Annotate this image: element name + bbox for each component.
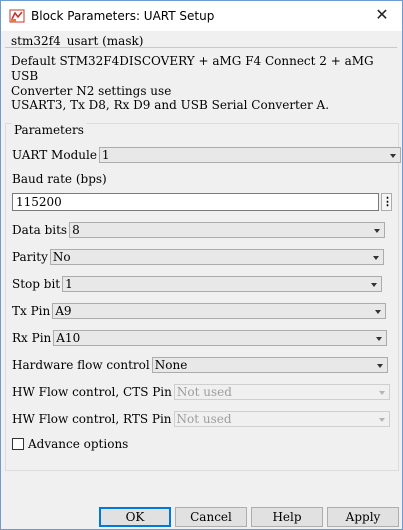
rts-pin-label: HW Flow control, RTS Pin [12,412,172,426]
dialog-window: Block Parameters: UART Setup ✕ stm32f4_u… [0,0,403,530]
cts-pin-select: Not used [173,384,390,400]
stop-bit-row: Stop bit 1 [12,275,383,293]
chevron-down-icon [371,283,378,287]
parity-label: Parity [12,250,48,264]
rx-pin-select[interactable]: A10 [53,330,388,346]
data-bits-value: 8 [72,223,80,237]
hw-flow-value: None [154,358,188,372]
chevron-down-icon [372,256,379,260]
uart-module-label: UART Module [12,148,97,162]
rx-pin-row: Rx Pin A10 [12,329,388,347]
parity-row: Parity No [12,248,384,266]
stop-bit-value: 1 [65,277,73,291]
data-bits-select[interactable]: 8 [69,222,386,238]
data-bits-label: Data bits [12,223,68,237]
baud-rate-value: 115200 [16,195,62,209]
parity-value: No [52,250,71,264]
baud-rate-label-row: Baud rate (bps) [12,170,109,188]
stop-bit-label: Stop bit [12,277,61,291]
rx-pin-value: A10 [56,331,81,345]
hw-flow-select[interactable]: None [151,357,388,373]
rts-pin-row: HW Flow control, RTS Pin Not used [12,410,390,428]
tx-pin-label: Tx Pin [12,304,51,318]
hw-flow-row: Hardware flow control None [12,356,388,374]
uart-module-row: UART Module 1 [12,146,401,164]
close-icon[interactable]: ✕ [374,7,390,23]
ok-button[interactable]: OK [99,507,171,527]
chevron-down-icon [378,391,385,395]
description-text-2: USART3, Tx D8, Rx D9 and USB Serial Conv… [11,98,330,112]
parity-select[interactable]: No [49,249,384,265]
stop-bit-select[interactable]: 1 [62,276,383,292]
help-button[interactable]: Help [251,507,323,527]
rts-pin-select: Not used [173,411,390,427]
advance-options-checkbox[interactable] [12,438,24,450]
rts-pin-value: Not used [176,412,232,426]
description-box: Default STM32F4DISCOVERY + aMG F4 Connec… [5,47,397,118]
mask-title: stm32f4_usart (mask) [11,34,144,48]
chevron-down-icon [389,154,396,158]
hw-flow-label: Hardware flow control [12,358,150,372]
tx-pin-row: Tx Pin A9 [12,302,387,320]
parameters-legend: Parameters [12,123,86,137]
cts-pin-value: Not used [176,385,232,399]
chevron-down-icon [376,337,383,341]
parameters-group: Parameters UART Module 1 Baud rate (bps)… [5,123,401,471]
cts-pin-row: HW Flow control, CTS Pin Not used [12,383,390,401]
uart-module-select[interactable]: 1 [98,147,401,163]
chevron-down-icon [378,418,385,422]
baud-rate-label: Baud rate (bps) [12,172,107,186]
advance-options-label: Advance options [28,437,129,451]
advance-options-row[interactable]: Advance options [12,435,130,453]
apply-button[interactable]: Apply [327,507,399,527]
cts-pin-label: HW Flow control, CTS Pin [12,385,172,399]
chevron-down-icon [375,310,382,314]
description-text: Default STM32F4DISCOVERY + aMG F4 Connec… [11,54,374,98]
simulink-block-icon [9,8,25,24]
title-bar: Block Parameters: UART Setup ✕ [1,1,402,31]
tx-pin-select[interactable]: A9 [52,303,387,319]
chevron-down-icon [376,364,383,368]
window-title: Block Parameters: UART Setup [31,9,215,23]
chevron-down-icon [374,229,381,233]
cancel-button[interactable]: Cancel [175,507,247,527]
rx-pin-label: Rx Pin [12,331,52,345]
uart-module-value: 1 [101,148,110,162]
baud-rate-input[interactable]: 115200 [12,193,379,211]
tx-pin-value: A9 [55,304,72,318]
data-bits-row: Data bits 8 [12,221,386,239]
baud-rate-more-button[interactable]: ⋮ [381,193,393,211]
